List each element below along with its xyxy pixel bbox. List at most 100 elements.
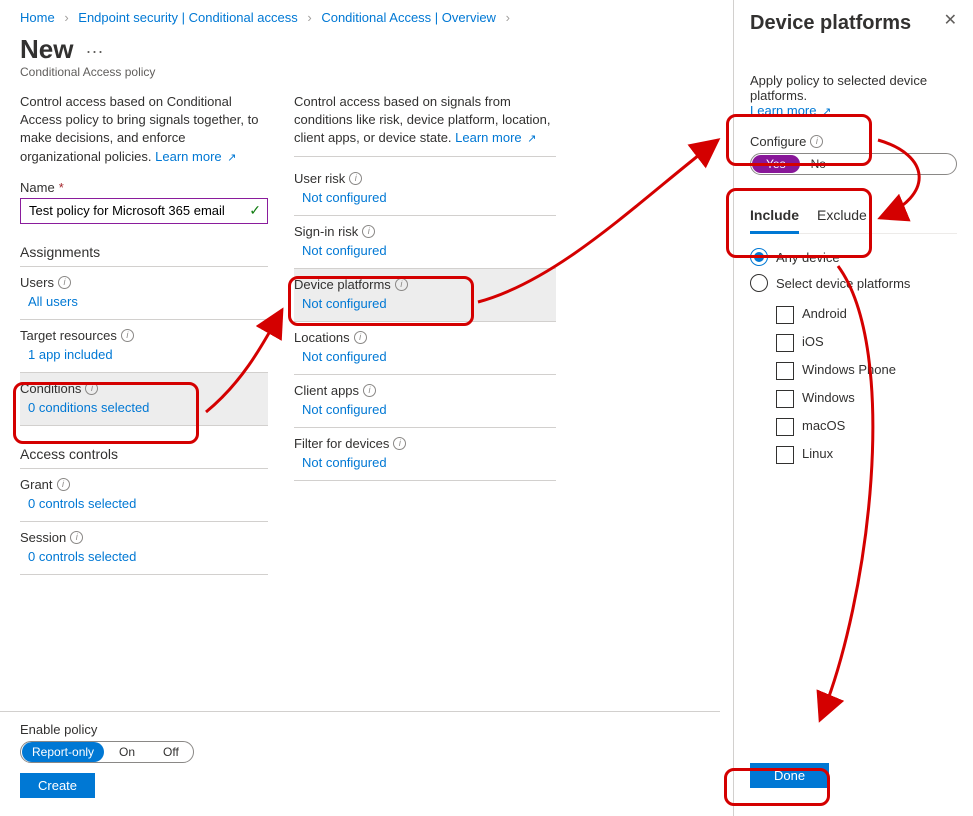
user-risk-item[interactable]: User risk Not configured [294, 163, 556, 216]
checkbox-label: macOS [802, 418, 845, 433]
checkbox-macos[interactable]: macOS [776, 418, 957, 436]
radio-select-platforms[interactable]: Select device platforms [750, 274, 957, 292]
locations-label: Locations [294, 330, 350, 345]
locations-item[interactable]: Locations Not configured [294, 322, 556, 375]
info-icon[interactable] [395, 278, 408, 291]
signin-risk-value[interactable]: Not configured [294, 243, 387, 258]
grant-label: Grant [20, 477, 53, 492]
configure-no[interactable]: No [801, 154, 842, 174]
chevron-right-icon: › [307, 10, 311, 25]
access-controls-heading: Access controls [20, 446, 268, 469]
column-description: Control access based on Conditional Acce… [20, 93, 268, 166]
target-label: Target resources [20, 328, 117, 343]
radio-any-label: Any device [776, 250, 840, 265]
breadcrumb-item[interactable]: Conditional Access | Overview [321, 10, 496, 25]
column-description: Control access based on signals from con… [294, 93, 556, 157]
checkbox-icon [776, 362, 794, 380]
checkbox-label: Linux [802, 446, 833, 461]
info-icon[interactable] [363, 384, 376, 397]
enable-on[interactable]: On [105, 742, 149, 762]
checkbox-icon [776, 334, 794, 352]
info-icon[interactable] [354, 331, 367, 344]
device-platforms-value[interactable]: Not configured [294, 296, 387, 311]
assignments-column: Control access based on Conditional Acce… [20, 93, 268, 575]
locations-value[interactable]: Not configured [294, 349, 387, 364]
create-button[interactable]: Create [20, 773, 95, 798]
signin-risk-item[interactable]: Sign-in risk Not configured [294, 216, 556, 269]
tab-exclude[interactable]: Exclude [817, 203, 867, 233]
session-item[interactable]: Session 0 controls selected [20, 522, 268, 575]
checkbox-label: Windows [802, 390, 855, 405]
checkbox-linux[interactable]: Linux [776, 446, 957, 464]
session-value[interactable]: 0 controls selected [20, 549, 136, 564]
info-icon[interactable] [58, 276, 71, 289]
client-apps-item[interactable]: Client apps Not configured [294, 375, 556, 428]
info-icon[interactable] [349, 172, 362, 185]
checkbox-windows[interactable]: Windows [776, 390, 957, 408]
breadcrumb-item[interactable]: Home [20, 10, 55, 25]
enable-off[interactable]: Off [149, 742, 193, 762]
more-icon[interactable]: ··· [85, 41, 103, 62]
platform-checkbox-list: Android iOS Windows Phone Windows macOS … [776, 296, 957, 464]
name-input[interactable] [27, 202, 249, 219]
filter-devices-value[interactable]: Not configured [294, 455, 387, 470]
checkbox-windows-phone[interactable]: Windows Phone [776, 362, 957, 380]
checkbox-label: Windows Phone [802, 362, 896, 377]
checkbox-android[interactable]: Android [776, 306, 957, 324]
radio-icon [750, 248, 768, 266]
conditions-item[interactable]: Conditions 0 conditions selected [20, 373, 268, 426]
external-link-icon: ↗ [527, 133, 536, 145]
client-apps-value[interactable]: Not configured [294, 402, 387, 417]
close-icon[interactable]: ✕ [944, 10, 957, 30]
radio-select-label: Select device platforms [776, 276, 910, 291]
user-risk-value[interactable]: Not configured [294, 190, 387, 205]
include-exclude-tabs: Include Exclude [750, 203, 957, 234]
checkbox-ios[interactable]: iOS [776, 334, 957, 352]
grant-value[interactable]: 0 controls selected [20, 496, 136, 511]
client-apps-label: Client apps [294, 383, 359, 398]
configure-yes[interactable]: Yes [752, 155, 800, 173]
users-label: Users [20, 275, 54, 290]
info-icon[interactable] [85, 382, 98, 395]
radio-any-device[interactable]: Any device [750, 248, 957, 266]
info-icon[interactable] [57, 478, 70, 491]
checkbox-icon [776, 306, 794, 324]
checkmark-icon: ✓ [249, 202, 261, 219]
configure-label: Configure [750, 134, 957, 149]
grant-item[interactable]: Grant 0 controls selected [20, 469, 268, 522]
name-label: Name* [20, 180, 268, 195]
info-icon[interactable] [810, 135, 823, 148]
chevron-right-icon: › [64, 10, 68, 25]
session-label: Session [20, 530, 66, 545]
target-resources-item[interactable]: Target resources 1 app included [20, 320, 268, 373]
learn-more-link[interactable]: Learn more ↗ [455, 130, 536, 145]
configure-toggle[interactable]: Yes No [750, 153, 957, 175]
done-button[interactable]: Done [750, 763, 829, 788]
conditions-label: Conditions [20, 381, 81, 396]
conditions-value[interactable]: 0 conditions selected [20, 400, 149, 415]
users-value[interactable]: All users [20, 294, 78, 309]
device-platforms-label: Device platforms [294, 277, 391, 292]
users-item[interactable]: Users All users [20, 267, 268, 320]
enable-report-only[interactable]: Report-only [22, 742, 104, 762]
breadcrumb-item[interactable]: Endpoint security | Conditional access [78, 10, 297, 25]
checkbox-icon [776, 418, 794, 436]
info-icon[interactable] [70, 531, 83, 544]
device-platforms-item[interactable]: Device platforms Not configured [294, 269, 556, 322]
enable-policy-toggle[interactable]: Report-only On Off [20, 741, 194, 763]
learn-more-link[interactable]: Learn more ↗ [750, 103, 831, 118]
filter-devices-label: Filter for devices [294, 436, 389, 451]
checkbox-label: Android [802, 306, 847, 321]
tab-include[interactable]: Include [750, 203, 799, 234]
info-icon[interactable] [121, 329, 134, 342]
filter-devices-item[interactable]: Filter for devices Not configured [294, 428, 556, 481]
assignments-heading: Assignments [20, 244, 268, 267]
panel-title: Device platforms [750, 12, 911, 35]
learn-more-link[interactable]: Learn more ↗ [155, 149, 236, 164]
info-icon[interactable] [393, 437, 406, 450]
info-icon[interactable] [362, 225, 375, 238]
signin-risk-label: Sign-in risk [294, 224, 358, 239]
page-title: New [20, 34, 73, 65]
external-link-icon: ↗ [822, 106, 831, 118]
target-value[interactable]: 1 app included [20, 347, 113, 362]
